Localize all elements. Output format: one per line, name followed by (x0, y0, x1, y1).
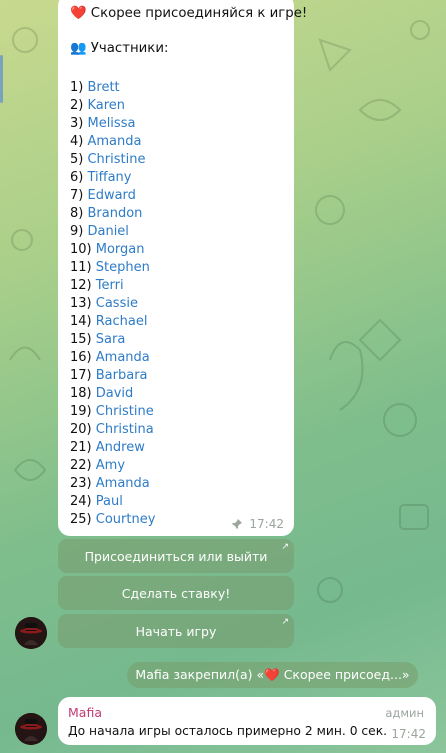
participant-link[interactable]: Courtney (96, 512, 156, 527)
external-arrow-icon: ↗ (281, 542, 289, 552)
list-item: 12) Terri (70, 278, 124, 293)
admin-badge: админ (385, 706, 424, 720)
participant-link[interactable]: Cassie (96, 296, 138, 311)
list-item: 7) Edward (70, 188, 136, 203)
list-item: 8) Brandon (70, 206, 143, 221)
list-item: 22) Amy (70, 458, 126, 473)
list-item: 14) Rachael (70, 314, 148, 329)
place-bet-label: Сделать ставку! (121, 585, 231, 601)
participant-link[interactable]: Christina (96, 422, 154, 437)
participant-link[interactable]: Stephen (96, 260, 150, 275)
participant-link[interactable]: Amanda (96, 476, 150, 491)
participant-link[interactable]: Brandon (87, 206, 142, 221)
message-title: ❤️ Скорее присоединяйся к игре! (70, 6, 308, 21)
list-item: 4) Amanda (70, 134, 142, 149)
avatar[interactable] (15, 617, 47, 649)
list-item: 15) Sara (70, 332, 126, 347)
list-item: 2) Karen (70, 98, 126, 113)
participant-link[interactable]: Tiffany (87, 170, 131, 185)
participant-link[interactable]: Brett (87, 80, 119, 95)
list-item: 16) Amanda (70, 350, 150, 365)
mafia-hat-icon (15, 617, 47, 649)
participants-list: 1) Brett 2) Karen 3) Melissa 4) Amanda 5… (70, 79, 155, 529)
start-game-label: Начать игру (135, 623, 217, 639)
participant-link[interactable]: Melissa (87, 116, 135, 131)
place-bet-button[interactable]: Сделать ставку! (58, 576, 294, 610)
participant-link[interactable]: David (96, 386, 134, 401)
scroll-indicator (0, 55, 3, 103)
participant-link[interactable]: Sara (96, 332, 126, 347)
mafia-hat-icon (15, 713, 47, 745)
list-item: 25) Courtney (70, 512, 156, 527)
service-text: Mafia закрепил(а) «❤️ Скорее присоед...» (135, 667, 410, 682)
list-item: 6) Tiffany (70, 170, 132, 185)
participant-link[interactable]: Amanda (96, 350, 150, 365)
list-item: 21) Andrew (70, 440, 145, 455)
pin-icon (232, 519, 243, 529)
participant-link[interactable]: Christine (96, 404, 154, 419)
list-item: 10) Morgan (70, 242, 145, 257)
pinned-service-message[interactable]: Mafia закрепил(а) «❤️ Скорее присоед...» (127, 662, 418, 688)
list-item: 20) Christina (70, 422, 154, 437)
join-leave-label: Присоединиться или выйти (84, 548, 268, 564)
participant-link[interactable]: Barbara (96, 368, 148, 383)
list-item: 13) Cassie (70, 296, 138, 311)
avatar[interactable] (15, 713, 47, 745)
participant-link[interactable]: Amanda (87, 134, 141, 149)
list-item: 5) Christine (70, 152, 146, 167)
participant-link[interactable]: Daniel (87, 224, 128, 239)
message-text: До начала игры осталось примерно 2 мин. … (68, 724, 388, 738)
list-item: 23) Amanda (70, 476, 150, 491)
message-time: 17:42 (391, 727, 426, 741)
participant-link[interactable]: Morgan (96, 242, 145, 257)
list-item: 11) Stephen (70, 260, 150, 275)
list-item: 19) Christine (70, 404, 154, 419)
countdown-message: Mafia админ До начала игры осталось прим… (58, 697, 436, 745)
external-arrow-icon: ↗ (281, 617, 289, 627)
participant-link[interactable]: Karen (87, 98, 125, 113)
participant-link[interactable]: Edward (87, 188, 135, 203)
list-item: 1) Brett (70, 80, 120, 95)
participant-link[interactable]: Rachael (96, 314, 148, 329)
participant-link[interactable]: Terri (96, 278, 124, 293)
list-item: 17) Barbara (70, 368, 148, 383)
list-item: 9) Daniel (70, 224, 129, 239)
start-game-button[interactable]: Начать игру ↗ (58, 614, 294, 648)
participant-link[interactable]: Christine (87, 152, 145, 167)
list-item: 18) David (70, 386, 134, 401)
message-meta: 17:42 (231, 517, 284, 531)
participant-link[interactable]: Paul (96, 494, 123, 509)
participant-link[interactable]: Andrew (96, 440, 145, 455)
join-leave-button[interactable]: Присоединиться или выйти ↗ (58, 539, 294, 573)
participant-link[interactable]: Amy (96, 458, 125, 473)
pinned-game-message: ❤️ Скорее присоединяйся к игре! 👥 Участн… (58, 0, 307, 536)
participants-label: 👥 Участники: (70, 41, 169, 56)
list-item: 3) Melissa (70, 116, 136, 131)
list-item: 24) Paul (70, 494, 123, 509)
message-author[interactable]: Mafia (68, 705, 102, 720)
message-time: 17:42 (249, 517, 284, 531)
